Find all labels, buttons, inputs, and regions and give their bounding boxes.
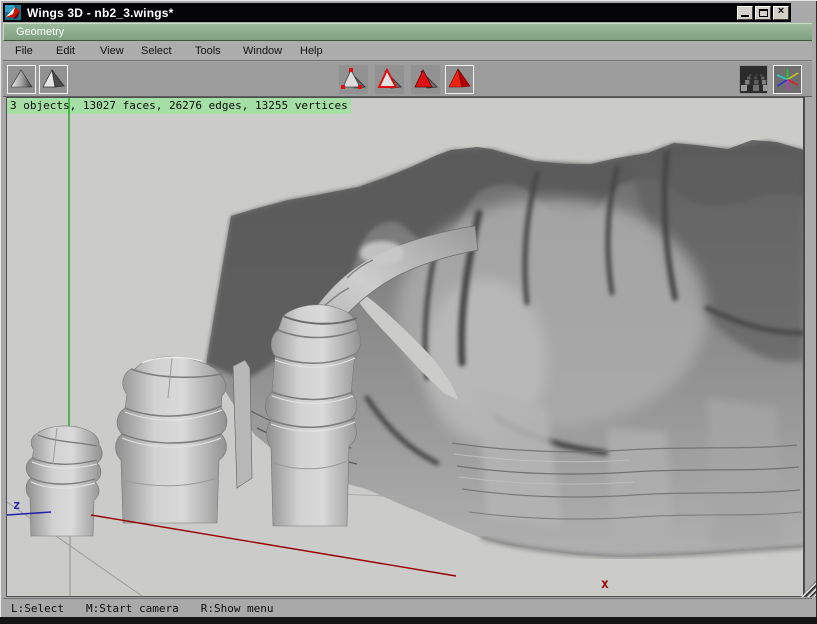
maximize-icon: [759, 9, 768, 17]
wings3d-logo-icon: [5, 5, 21, 20]
ground-plane-button[interactable]: [739, 65, 768, 94]
face-mode-icon: [412, 66, 439, 93]
body-mode-icon: [446, 66, 473, 93]
3d-scene[interactable]: z x: [7, 98, 804, 596]
menu-file[interactable]: File: [11, 41, 37, 61]
close-icon: ×: [778, 6, 784, 17]
status-left-mouse: L:Select: [11, 602, 64, 615]
ground-plane-icon: [740, 66, 767, 93]
viewport[interactable]: 3 objects, 13027 faces, 26276 edges, 132…: [6, 97, 805, 597]
face-select-mode-button[interactable]: [411, 65, 440, 94]
rock-shard: [233, 360, 252, 488]
rock-pillar-middle: [115, 357, 227, 523]
window-title: Wings 3D - nb2_3.wings*: [27, 6, 174, 20]
title-bar[interactable]: Wings 3D - nb2_3.wings* ×: [3, 3, 791, 22]
z-axis-label: z: [13, 498, 20, 512]
menu-view[interactable]: View: [96, 41, 128, 61]
window-bottom-edge: [0, 617, 817, 624]
minimize-icon: [741, 15, 749, 17]
close-button[interactable]: ×: [773, 6, 789, 20]
rock-pillar-left: [26, 426, 102, 536]
axes-toggle-button[interactable]: [773, 65, 802, 94]
menu-select[interactable]: Select: [137, 41, 176, 61]
flat-shading-button[interactable]: [39, 65, 68, 94]
wings3d-window: Wings 3D - nb2_3.wings* × Geometry File …: [0, 0, 817, 624]
toolbar: [3, 62, 812, 97]
menu-help[interactable]: Help: [296, 41, 327, 61]
flat-shading-pyramid-icon: [41, 67, 66, 92]
menu-edit[interactable]: Edit: [52, 41, 79, 61]
menu-tools[interactable]: Tools: [191, 41, 225, 61]
vertex-select-mode-button[interactable]: [339, 65, 368, 94]
menu-window[interactable]: Window: [239, 41, 286, 61]
status-bar: L:Select M:Start camera R:Show menu: [3, 598, 812, 617]
rock-pillar-tall: [265, 305, 360, 526]
status-middle-mouse: M:Start camera: [86, 602, 179, 615]
edge-mode-icon: [376, 66, 403, 93]
geometry-window-header[interactable]: Geometry: [3, 23, 812, 41]
menu-bar: File Edit View Select Tools Window Help: [3, 41, 812, 61]
x-axis-label: x: [601, 577, 609, 592]
smooth-shading-pyramid-icon: [9, 67, 34, 92]
axes-icon: [774, 66, 801, 93]
body-select-mode-button[interactable]: [445, 65, 474, 94]
minimize-button[interactable]: [737, 6, 753, 20]
maximize-button[interactable]: [755, 6, 771, 20]
status-right-mouse: R:Show menu: [201, 602, 274, 615]
smooth-shading-button[interactable]: [7, 65, 36, 94]
geometry-window-label: Geometry: [16, 26, 64, 38]
edge-select-mode-button[interactable]: [375, 65, 404, 94]
vertex-mode-icon: [340, 66, 367, 93]
